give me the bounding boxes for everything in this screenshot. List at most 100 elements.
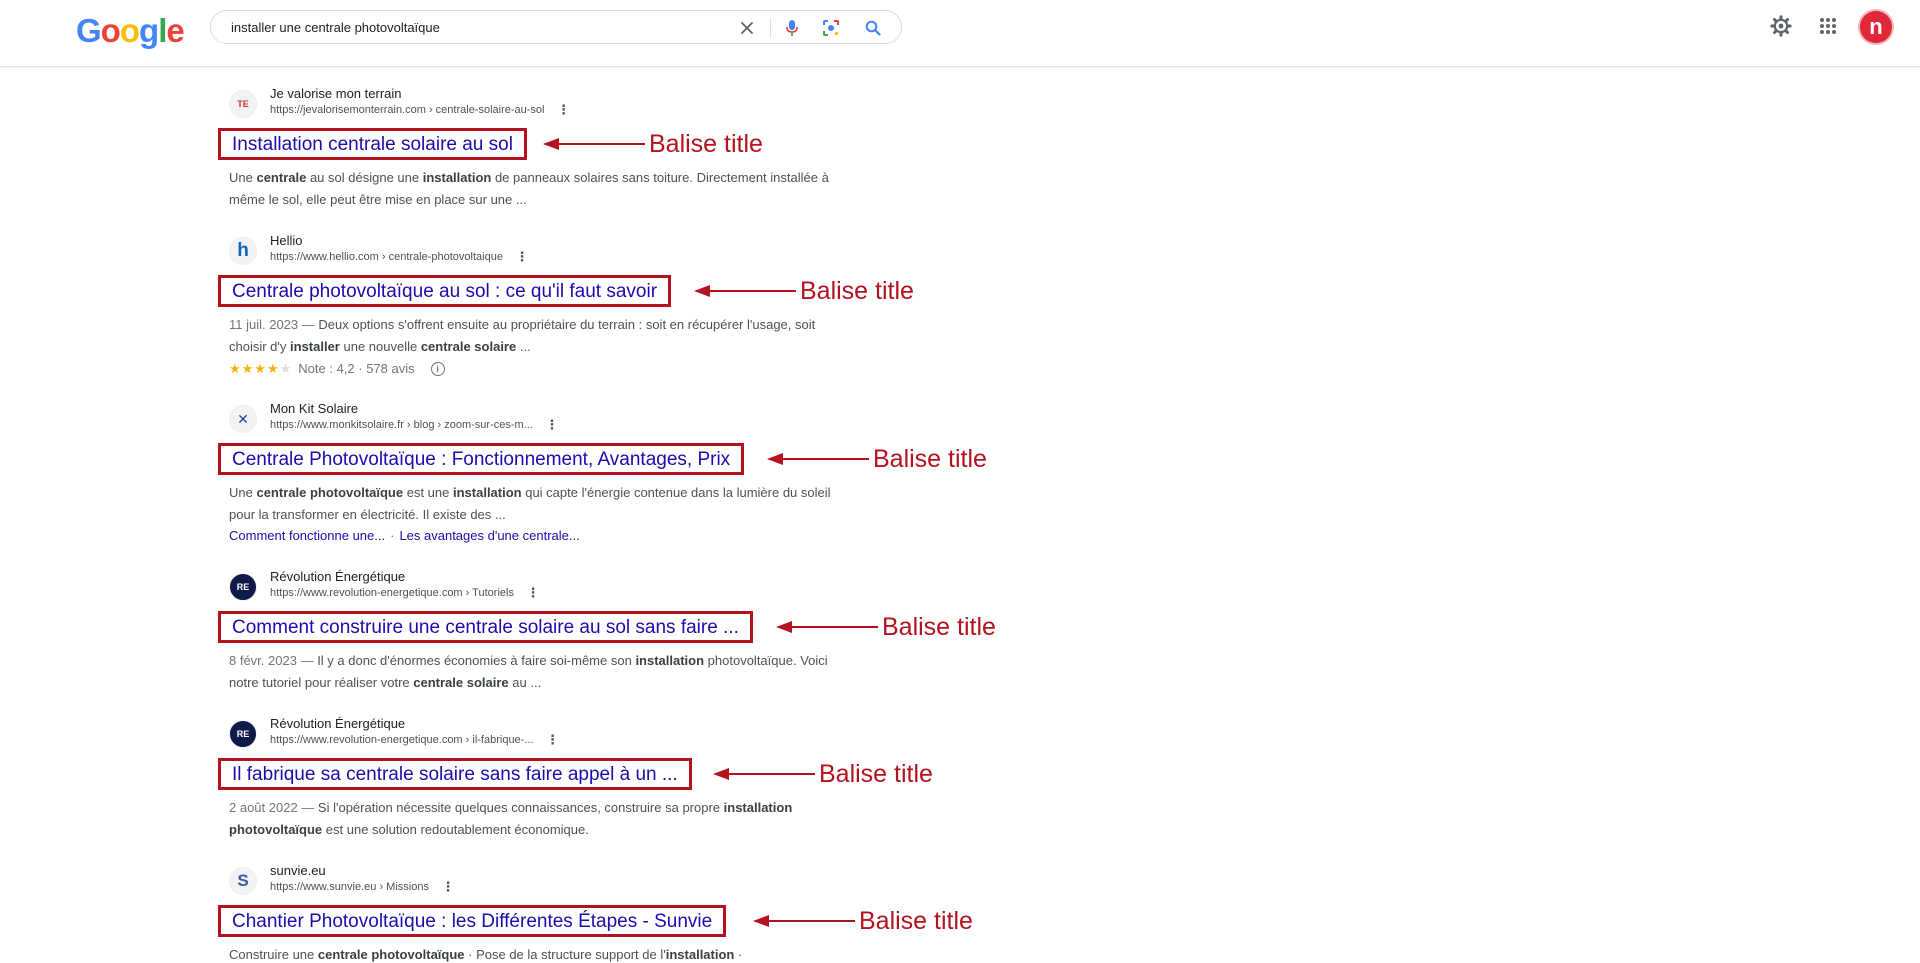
info-icon[interactable]: i [430, 362, 445, 376]
result-title-link[interactable]: Centrale photovoltaïque au sol : ce qu'i… [232, 282, 657, 301]
gear-icon[interactable] [1768, 13, 1794, 39]
result-source[interactable]: RE Révolution Énergétique https://www.re… [229, 569, 1109, 607]
snippet-text: Construire une [229, 947, 318, 962]
arrow-icon [753, 915, 855, 927]
date-separator: — [296, 653, 318, 668]
annotation-label: Balise title [649, 129, 763, 158]
title-highlight-box: Chantier Photovoltaïque : les Différente… [218, 905, 727, 937]
favicon-text: ✕ [237, 410, 249, 427]
search-result: S sunvie.eu https://www.sunvie.eu › Miss… [218, 863, 1109, 963]
favicon-text: RE [236, 582, 250, 592]
search-input[interactable]: installer une centrale photovoltaïque [231, 20, 440, 35]
date-separator: — [298, 317, 319, 332]
result-title-link[interactable]: Il fabrique sa centrale solaire sans fai… [232, 765, 678, 784]
logo-letter: g [139, 12, 159, 49]
snippet-text: une nouvelle [339, 339, 421, 354]
snippet-text: au ... [508, 675, 542, 690]
snippet-keyword: centrale [256, 170, 307, 185]
result-title-row: Installation centrale solaire au sol Bal… [218, 128, 1109, 162]
site-name: Je valorise mon terrain [270, 86, 402, 101]
more-options-icon[interactable]: ⋮ [441, 880, 455, 893]
more-options-icon[interactable]: ⋮ [526, 586, 540, 599]
annotation-label: Balise title [800, 276, 914, 305]
rating-stars-icon: ★★★★★ [229, 361, 293, 376]
url-text: https://www.revolution-energetique.com ›… [270, 734, 534, 746]
logo-letter: G [76, 12, 102, 49]
arrow-icon [767, 453, 869, 465]
favicon-text: TE [237, 99, 249, 109]
lens-icon[interactable] [820, 17, 842, 39]
favicon-text: h [237, 240, 249, 261]
result-sitelinks: Comment fonctionne une... · Les avantages … [229, 526, 1109, 546]
site-url: https://www.sunvie.eu › Missions ⋮ [270, 880, 455, 893]
annotation-label: Balise title [873, 444, 987, 473]
more-options-icon[interactable]: ⋮ [545, 418, 559, 431]
more-options-icon[interactable]: ⋮ [515, 250, 529, 263]
snippet-keyword: centrale photovoltaïque [317, 947, 465, 962]
microphone-icon[interactable] [781, 17, 803, 39]
sitelink[interactable]: Comment fonctionne une... [229, 528, 385, 543]
more-options-icon[interactable]: ⋮ [557, 103, 571, 116]
logo-letter: o [119, 12, 140, 49]
snippet-keyword: installer [290, 339, 340, 354]
search-header: Google installer une centrale photovolta… [0, 0, 1920, 67]
snippet-text: · Pose de la structure support de l' [464, 947, 666, 962]
snippet-text: Une [229, 170, 257, 185]
result-snippet: 2 août 2022 — Si l'opération nécessite q… [229, 797, 839, 841]
result-source[interactable]: ✕ Mon Kit Solaire https://www.monkitsola… [229, 401, 1109, 439]
google-logo[interactable]: Google [76, 12, 185, 49]
logo-letter: e [166, 12, 184, 49]
site-name: Révolution Énergétique [270, 716, 406, 731]
avatar[interactable]: n [1860, 11, 1892, 43]
result-title-link[interactable]: Centrale Photovoltaïque : Fonctionnement… [232, 450, 730, 469]
url-text: https://www.hellio.com › centrale-photov… [270, 251, 503, 263]
rating-text: Note : 4,2 · 578 avis [298, 361, 415, 376]
apps-grid-icon[interactable] [1815, 13, 1841, 39]
result-source[interactable]: h Hellio https://www.hellio.com › centra… [229, 233, 1109, 271]
snippet-text: · [734, 947, 743, 962]
search-result: RE Révolution Énergétique https://www.re… [218, 569, 1109, 694]
result-date: 8 févr. 2023 [229, 653, 297, 668]
snippet-keyword: installation [635, 653, 705, 668]
snippet-text: Si l'opération nécessite quelques connai… [317, 800, 724, 815]
search-icon[interactable] [862, 17, 884, 39]
snippet-keyword: centrale photovoltaïque [256, 485, 404, 500]
search-result: RE Révolution Énergétique https://www.re… [218, 716, 1109, 841]
arrow-icon [776, 621, 878, 633]
close-icon[interactable] [736, 17, 758, 39]
result-title-link[interactable]: Comment construire une centrale solaire … [232, 618, 739, 637]
site-name: sunvie.eu [270, 863, 326, 878]
site-name: Mon Kit Solaire [270, 401, 359, 416]
search-result: h Hellio https://www.hellio.com › centra… [218, 233, 1109, 379]
result-snippet: 11 juil. 2023 — Deux options s'offrent e… [229, 314, 839, 358]
result-title-row: Comment construire une centrale solaire … [218, 611, 1109, 645]
snippet-keyword: installation [422, 170, 492, 185]
site-name: Révolution Énergétique [270, 569, 406, 584]
snippet-text: au sol désigne une [306, 170, 423, 185]
result-title-link[interactable]: Installation centrale solaire au sol [232, 135, 513, 154]
result-source[interactable]: S sunvie.eu https://www.sunvie.eu › Miss… [229, 863, 1109, 901]
site-url: https://www.revolution-energetique.com ›… [270, 586, 540, 599]
search-divider [770, 18, 771, 38]
result-date: 11 juil. 2023 [229, 317, 299, 332]
annotation-label: Balise title [819, 759, 933, 788]
result-title-row: Chantier Photovoltaïque : les Différente… [218, 905, 1109, 939]
url-text: https://www.monkitsolaire.fr › blog › zo… [270, 419, 533, 431]
site-name: Hellio [270, 233, 303, 248]
result-title-link[interactable]: Chantier Photovoltaïque : les Différente… [232, 912, 712, 931]
more-options-icon[interactable]: ⋮ [546, 733, 560, 746]
result-source[interactable]: TE Je valorise mon terrain https://jeval… [229, 86, 1109, 124]
title-annotation: Balise title [776, 611, 996, 643]
title-annotation: Balise title [543, 128, 763, 160]
sitelink[interactable]: Les avantages d'une centrale... [399, 528, 579, 543]
search-box[interactable]: installer une centrale photovoltaïque [210, 10, 902, 44]
site-favicon: RE [229, 720, 257, 748]
snippet-text: ... [516, 339, 531, 354]
snippet-keyword: installation [452, 485, 522, 500]
title-annotation: Balise title [694, 275, 914, 307]
favicon-text: RE [236, 729, 250, 739]
site-favicon: TE [229, 90, 257, 118]
result-date: 2 août 2022 [229, 800, 298, 815]
site-favicon: ✕ [229, 405, 257, 433]
result-source[interactable]: RE Révolution Énergétique https://www.re… [229, 716, 1109, 754]
